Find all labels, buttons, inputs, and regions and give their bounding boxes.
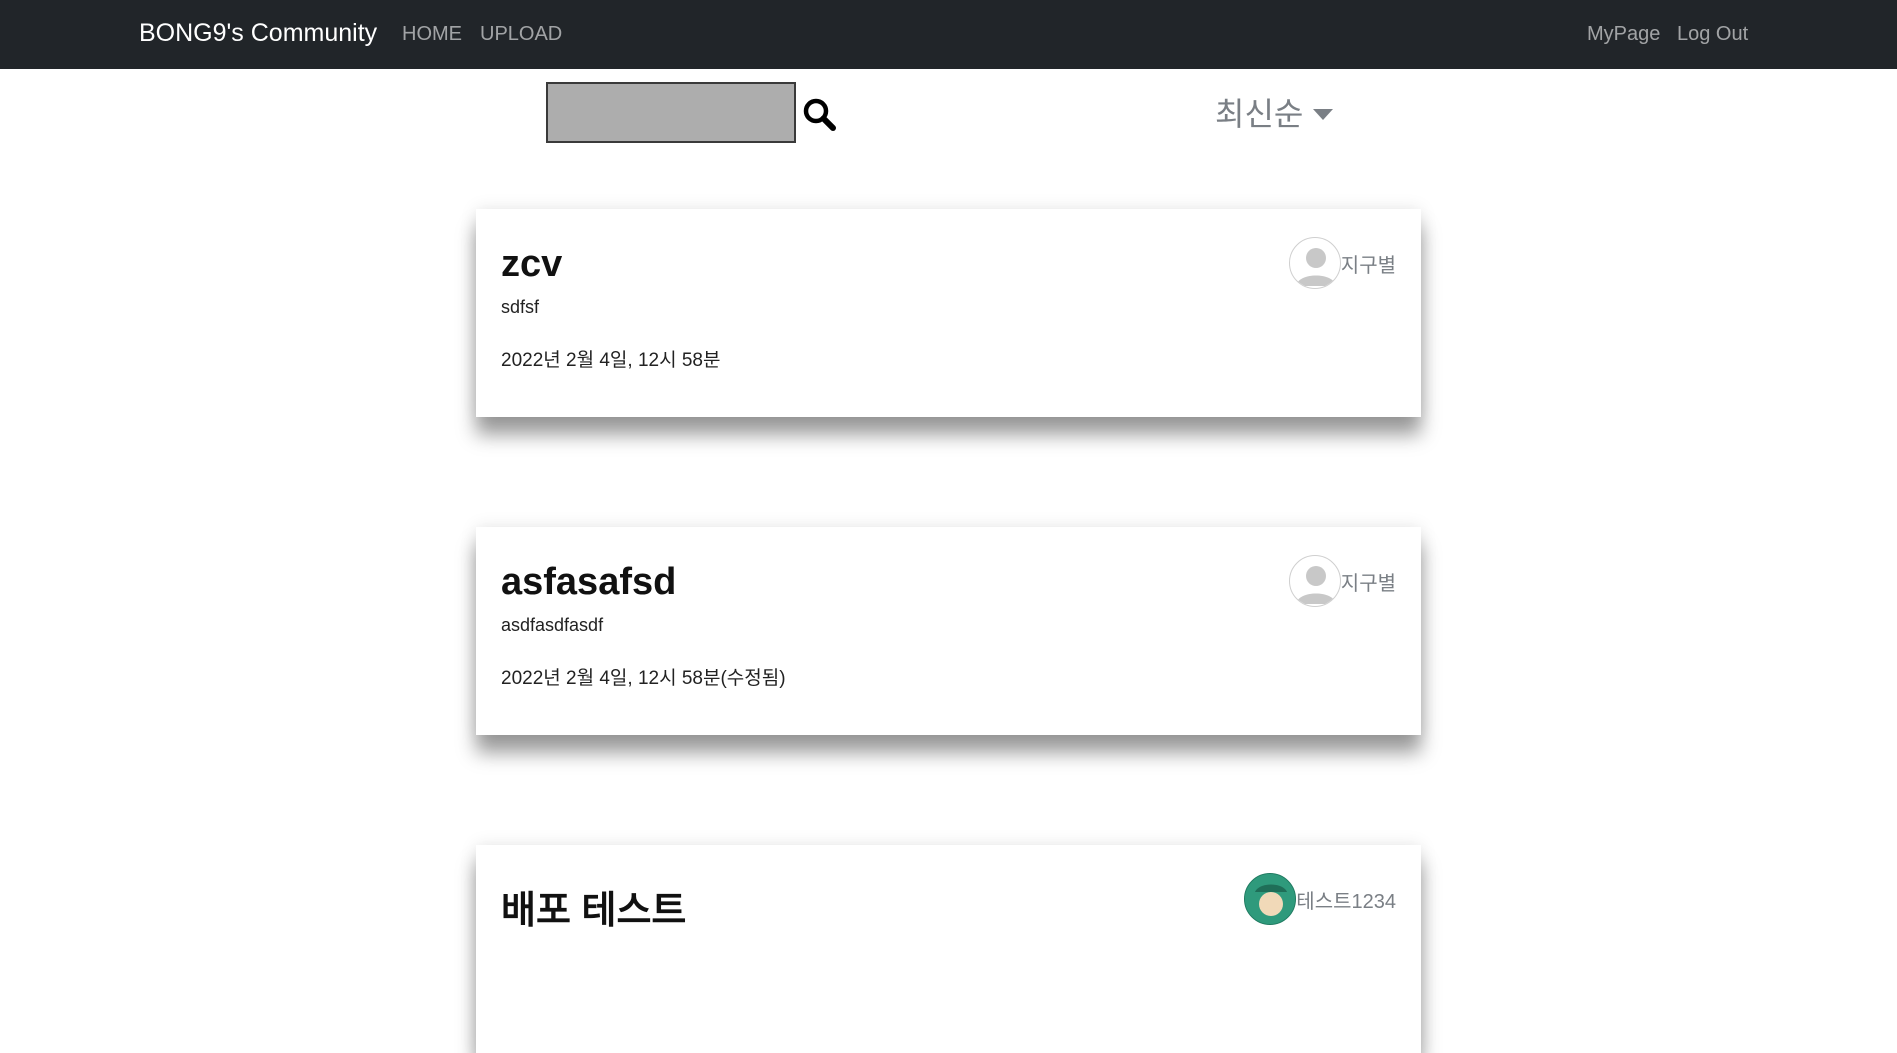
author-name: 지구별 [1340,572,1396,595]
brand-link[interactable]: BONG9's Community [139,19,377,48]
post-title: asfasafsd [501,561,677,603]
post-card[interactable]: asfasafsd asdfasdfasdf 2022년 2월 4일, 12시 … [476,527,1421,735]
author-name: 테스트1234 [1296,890,1396,913]
sort-label: 최신순 [1215,96,1304,132]
top-navbar: BONG9's Community HOME UPLOAD MyPage Log… [0,0,1897,69]
search-icon[interactable] [802,97,836,131]
post-date: 2022년 2월 4일, 12시 58분(수정됨) [501,668,786,689]
nav-upload-link[interactable]: UPLOAD [480,23,562,46]
author-name: 지구별 [1340,254,1396,277]
nav-home-link[interactable]: HOME [402,23,462,46]
search-input[interactable] [546,82,796,143]
caret-down-icon [1313,108,1334,120]
post-title: zcv [501,243,563,285]
default-avatar-icon [1288,237,1341,289]
nav-mypage-link[interactable]: MyPage [1587,23,1660,46]
post-body: asdfasdfasdf [501,615,604,635]
nav-logout-link[interactable]: Log Out [1677,23,1748,46]
post-card[interactable]: zcv sdfsf 2022년 2월 4일, 12시 58분 지구별 [476,209,1421,417]
post-author[interactable]: 지구별 [1288,555,1396,607]
post-author[interactable]: 지구별 [1288,237,1396,289]
post-title: 배포 테스트 [501,890,687,932]
post-card[interactable]: 배포 테스트 테스트1234 [476,845,1421,1053]
post-date: 2022년 2월 4일, 12시 58분 [501,350,721,371]
post-author[interactable]: 테스트1234 [1244,873,1396,925]
default-avatar-icon [1288,555,1341,607]
character-avatar-icon [1244,873,1297,925]
post-body: sdfsf [501,297,540,317]
sort-dropdown[interactable]: 최신순 [1215,90,1334,134]
